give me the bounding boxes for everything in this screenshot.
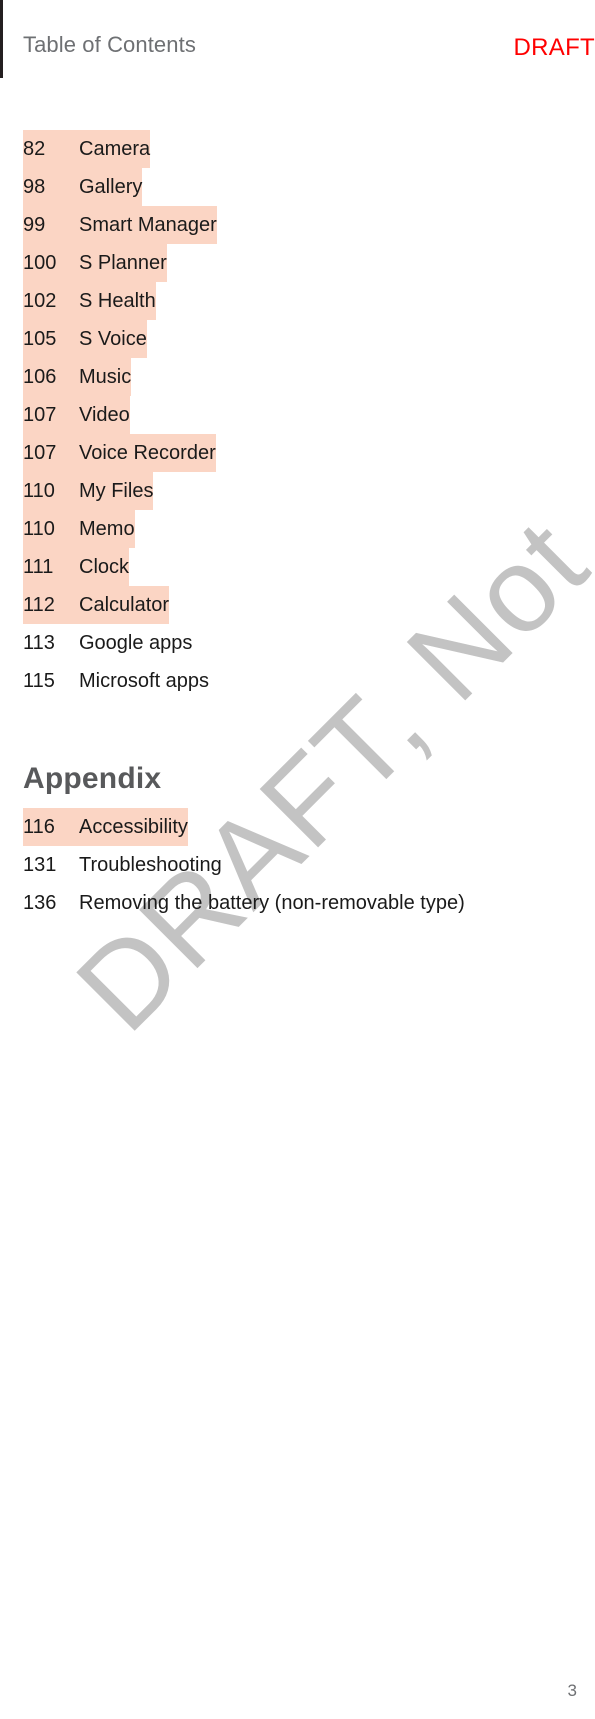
toc-entry[interactable]: 116 Accessibility [23,808,523,846]
toc-entry-highlight: 110 Memo [23,510,135,548]
toc-entry[interactable]: 102 S Health [23,282,523,320]
toc-entry-page-number: 110 [23,518,55,540]
toc-entry-highlight: 82 Camera [23,130,151,168]
toc-entry-label: S Health [79,290,156,312]
toc-entry-page-number: 113 [23,632,55,654]
toc-entry-label: Music [79,366,132,388]
toc-entry[interactable]: 110 Memo [23,510,523,548]
toc-entry[interactable]: 115 Microsoft apps [23,662,523,700]
toc-entry[interactable]: 105 S Voice [23,320,523,358]
footer-page-number: 3 [567,1681,577,1700]
toc-apps-list: 82 Camera 98 Gallery 99 Smart Manager 100 S Pla… [23,130,523,700]
toc-entry[interactable]: 100 S Planner [23,244,523,282]
toc-entry-label: Removing the battery (non-removable type… [79,892,465,914]
toc-entry-label: S Planner [79,252,167,274]
toc-entry-page-number: 115 [23,670,55,692]
toc-entry-page-number: 116 [23,816,55,838]
toc-entry-highlight: 106 Music [23,358,132,396]
toc-entry-label: My Files [79,480,154,502]
toc-entry[interactable]: 106 Music [23,358,523,396]
toc-entry-page-number: 105 [23,328,57,350]
toc-entry-label: Microsoft apps [79,670,210,692]
toc-entry[interactable]: 82 Camera [23,130,523,168]
toc-entry-page-number: 110 [23,480,55,502]
toc-entry-highlight: 116 Accessibility [23,808,188,846]
toc-entry-label: Gallery [79,176,143,198]
toc-entry[interactable]: 107 Voice Recorder [23,434,523,472]
toc-entry-page-number: 131 [23,854,57,876]
toc-entry[interactable]: 99 Smart Manager [23,206,523,244]
toc-entry-highlight: 107 Video [23,396,130,434]
toc-entry-label: Troubleshooting [79,854,222,876]
toc-entry-page-number: 111 [23,556,54,578]
toc-entry[interactable]: 110 My Files [23,472,523,510]
page-title: Table of Contents [23,32,196,57]
toc-entry-label: Google apps [79,632,193,654]
toc-entry[interactable]: 131 Troubleshooting [23,846,523,884]
toc-entry-label: Clock [79,556,130,578]
toc-entry-label: Memo [79,518,135,540]
toc-entry-page-number: 100 [23,252,57,274]
toc-entry-label: Calculator [79,594,170,616]
toc-entry-page-number: 98 [23,176,46,198]
toc-entry-page-number: 107 [23,442,57,464]
toc-entry-highlight: 105 S Voice [23,320,147,358]
toc-entry-page-number: 112 [23,594,55,616]
toc-entry-label: S Voice [79,328,147,350]
toc-entry-highlight: 111 Clock [23,548,130,586]
toc-entry-highlight: 110 My Files [23,472,154,510]
toc-entry-highlight: 98 Gallery [23,168,143,206]
toc-entry[interactable]: 107 Video [23,396,523,434]
toc-entry-page-number: 99 [23,214,46,236]
toc-entry-plain: 136 Removing the battery (non-removable t… [23,887,465,919]
toc-entry[interactable]: 113 Google apps [23,624,523,662]
toc-entry-page-number: 82 [23,138,46,160]
toc-entry-highlight: 100 S Planner [23,244,167,282]
toc-entry[interactable]: 112 Calculator [23,586,523,624]
toc-entry-label: Voice Recorder [79,442,216,464]
toc-entry-highlight: 112 Calculator [23,586,170,624]
section-heading-appendix: Appendix [23,762,162,795]
toc-entry-label: Accessibility [79,816,188,838]
toc-entry[interactable]: 111 Clock [23,548,523,586]
page-header: Table of Contents DRAFT [0,32,595,80]
toc-entry-label: Smart Manager [79,214,217,236]
toc-entry[interactable]: 136 Removing the battery (non-removable t… [23,884,523,919]
toc-entry-page-number: 107 [23,404,57,426]
toc-entry-page-number: 106 [23,366,57,388]
toc-entry-highlight: 107 Voice Recorder [23,434,216,472]
toc-entry-page-number: 102 [23,290,57,312]
toc-entry-label: Video [79,404,130,426]
toc-entry-plain: 113 Google apps [23,624,192,662]
toc-entry[interactable]: 98 Gallery [23,168,523,206]
toc-entry-highlight: 102 S Health [23,282,156,320]
toc-entry-highlight: 99 Smart Manager [23,206,217,244]
toc-entry-plain: 131 Troubleshooting [23,846,222,884]
toc-appendix-list: 116 Accessibility 131 Troubleshooting 136 Rem… [23,808,523,919]
toc-entry-label: Camera [79,138,151,160]
document-page: DRAFT, Not Table of Contents DRAFT 82 Cam… [0,0,595,1719]
draft-badge: DRAFT [513,34,595,61]
page-edge-rule [0,0,3,78]
toc-entry-page-number: 136 [23,892,57,914]
toc-entry-plain: 115 Microsoft apps [23,662,209,700]
